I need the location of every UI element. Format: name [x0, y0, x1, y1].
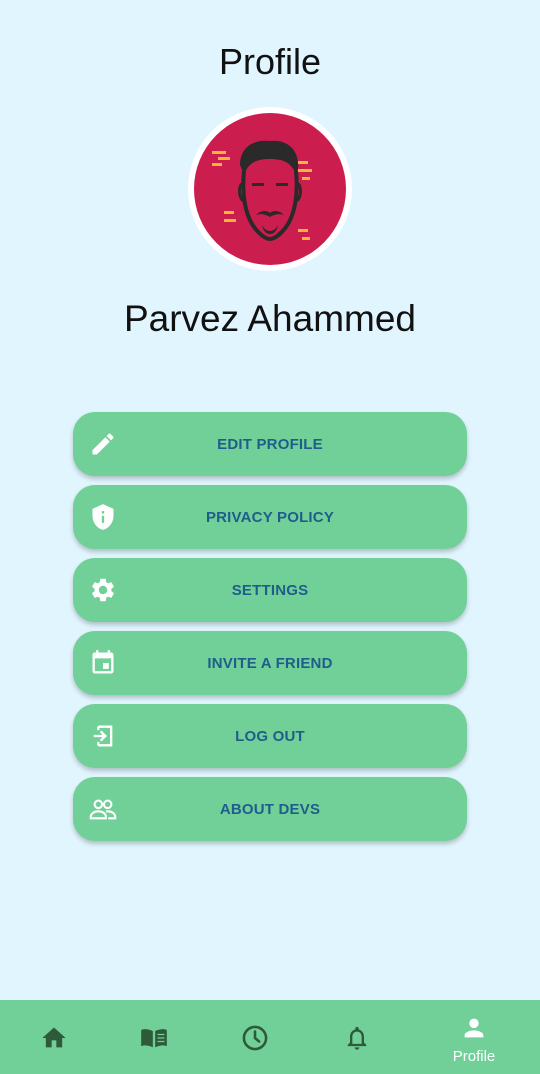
- avatar-ring: [188, 107, 352, 271]
- edit-profile-button[interactable]: EDIT PROFILE: [73, 412, 467, 476]
- about-devs-button[interactable]: ABOUT DEVS: [73, 777, 467, 841]
- person-icon: [464, 1018, 484, 1038]
- privacy-policy-button[interactable]: PRIVACY POLICY: [73, 485, 467, 549]
- nav-notifications[interactable]: [303, 1000, 411, 1074]
- invite-friend-button[interactable]: INVITE A FRIEND: [73, 631, 467, 695]
- nav-profile-label: Profile: [452, 1048, 496, 1065]
- clock-icon: [242, 1025, 268, 1051]
- nav-history[interactable]: [201, 1000, 309, 1074]
- nav-library[interactable]: [100, 1000, 208, 1074]
- logout-label: LOG OUT: [235, 728, 305, 745]
- user-name: Parvez Ahammed: [123, 298, 417, 339]
- book-icon: [141, 1029, 167, 1048]
- bottom-navigation: Profile: [0, 1000, 540, 1074]
- settings-label: SETTINGS: [231, 582, 309, 599]
- avatar[interactable]: [194, 113, 346, 265]
- profile-menu: EDIT PROFILE PRIVACY POLICY SETTINGS INV…: [73, 412, 467, 850]
- invite-friend-label: INVITE A FRIEND: [207, 655, 333, 672]
- avatar-illustration: [212, 140, 312, 242]
- edit-profile-label: EDIT PROFILE: [217, 436, 323, 453]
- home-icon: [42, 1027, 66, 1048]
- about-devs-label: ABOUT DEVS: [219, 801, 321, 818]
- privacy-policy-label: PRIVACY POLICY: [205, 509, 335, 526]
- bell-icon: [347, 1026, 367, 1050]
- settings-button[interactable]: SETTINGS: [73, 558, 467, 622]
- page-title: Profile: [218, 41, 322, 82]
- nav-home[interactable]: [0, 1000, 108, 1074]
- logout-button[interactable]: LOG OUT: [73, 704, 467, 768]
- nav-profile[interactable]: Profile: [420, 1000, 528, 1074]
